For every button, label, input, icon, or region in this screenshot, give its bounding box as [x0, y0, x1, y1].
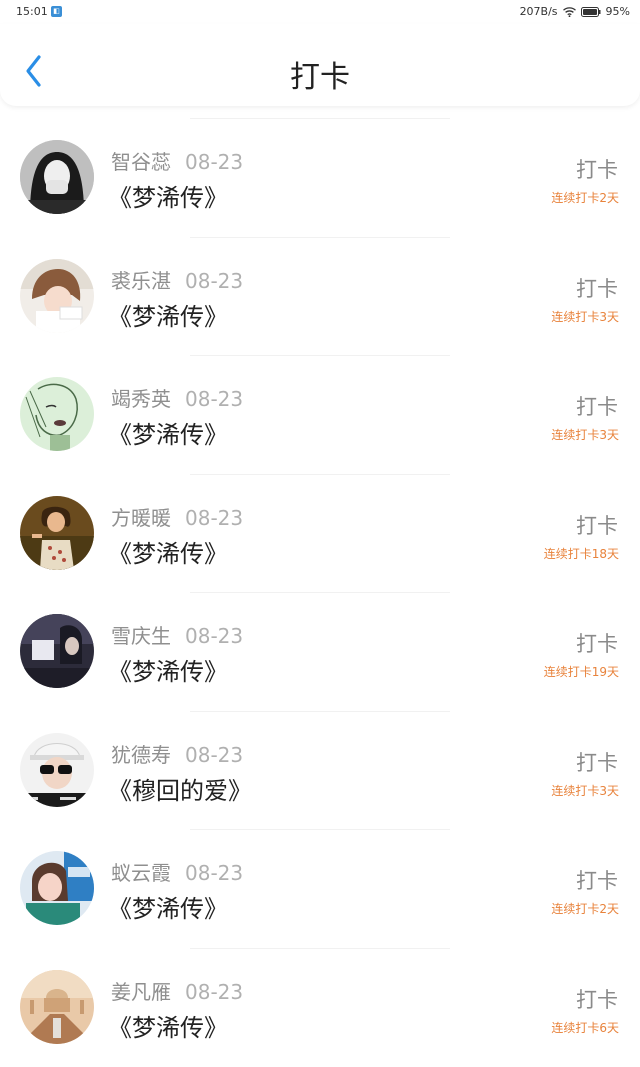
- user-name[interactable]: 雪庆生: [111, 624, 171, 648]
- user-info: 方暖暖 08-23: [111, 502, 243, 531]
- book-title[interactable]: 《梦浠传》: [108, 652, 228, 687]
- avatar[interactable]: [20, 614, 94, 688]
- checkin-date: 08-23: [185, 150, 244, 174]
- user-name[interactable]: 犹德寿: [111, 743, 171, 767]
- user-name[interactable]: 裘乐湛: [111, 269, 171, 293]
- checkin-list: 智谷蕊 08-23 《梦浠传》 打卡 连续打卡2天 裘乐湛 08-23 《梦浠传》 …: [0, 118, 640, 1066]
- user-name[interactable]: 竭秀英: [111, 387, 171, 411]
- streak-text: 连续打卡2天: [551, 902, 619, 916]
- list-item[interactable]: 犹德寿 08-23 《穆回的爱》 打卡 连续打卡3天: [0, 710, 640, 830]
- list-item[interactable]: 雪庆生 08-23 《梦浠传》 打卡 连续打卡19天: [0, 592, 640, 711]
- book-title[interactable]: 《梦浠传》: [108, 297, 228, 332]
- book-title[interactable]: 《梦浠传》: [108, 534, 228, 569]
- user-name[interactable]: 智谷蕊: [111, 150, 171, 174]
- user-info: 姜凡雁 08-23: [111, 976, 243, 1005]
- user-name[interactable]: 蚁云霞: [111, 861, 171, 885]
- user-info: 犹德寿 08-23: [111, 739, 243, 768]
- user-info: 裘乐湛 08-23: [111, 265, 243, 294]
- status-time: 15:01: [16, 5, 48, 18]
- checkin-date: 08-23: [185, 979, 244, 1004]
- avatar[interactable]: [20, 377, 94, 451]
- list-item[interactable]: 裘乐湛 08-23 《梦浠传》 打卡 连续打卡3天: [0, 236, 640, 356]
- list-item[interactable]: 竭秀英 08-23 《梦浠传》 打卡 连续打卡3天: [0, 355, 640, 474]
- app-notification-icon: ◧: [51, 6, 62, 17]
- checkin-label: 打卡: [576, 869, 618, 893]
- avatar[interactable]: [20, 495, 94, 570]
- header: 打卡: [0, 24, 640, 106]
- book-title[interactable]: 《梦浠传》: [108, 1008, 228, 1043]
- user-info: 雪庆生 08-23: [111, 620, 243, 649]
- list-item[interactable]: 智谷蕊 08-23 《梦浠传》 打卡 连续打卡2天: [0, 118, 640, 237]
- streak-text: 连续打卡18天: [543, 546, 619, 561]
- checkin-label: 打卡: [576, 750, 618, 775]
- checkin-label: 打卡: [576, 513, 618, 538]
- wifi-icon: [562, 6, 576, 17]
- checkin-date: 08-23: [185, 505, 244, 530]
- streak-text: 连续打卡19天: [543, 665, 619, 679]
- avatar[interactable]: [20, 258, 94, 333]
- page-title: 打卡: [290, 60, 350, 95]
- user-info: 竭秀英 08-23: [111, 383, 243, 412]
- checkin-label: 打卡: [576, 158, 618, 182]
- avatar[interactable]: [20, 851, 94, 925]
- checkin-label: 打卡: [576, 987, 618, 1012]
- checkin-date: 08-23: [185, 268, 244, 293]
- avatar[interactable]: [20, 732, 94, 807]
- list-item[interactable]: 姜凡雁 08-23 《梦浠传》 打卡 连续打卡6天: [0, 947, 640, 1067]
- checkin-date: 08-23: [185, 624, 244, 648]
- checkin-label: 打卡: [576, 276, 618, 301]
- book-title[interactable]: 《穆回的爱》: [108, 771, 252, 806]
- streak-text: 连续打卡3天: [551, 783, 619, 798]
- status-right: 207B/s 95%: [520, 5, 630, 18]
- user-name[interactable]: 姜凡雁: [111, 980, 171, 1004]
- user-info: 蚁云霞 08-23: [111, 857, 243, 886]
- streak-text: 连续打卡3天: [551, 309, 619, 324]
- battery-percent: 95%: [605, 5, 630, 18]
- streak-text: 连续打卡6天: [551, 1020, 619, 1035]
- book-title[interactable]: 《梦浠传》: [108, 889, 228, 924]
- list-item[interactable]: 蚁云霞 08-23 《梦浠传》 打卡 连续打卡2天: [0, 829, 640, 948]
- status-bar: 15:01 ◧ 207B/s 95%: [0, 0, 640, 24]
- checkin-label: 打卡: [576, 632, 618, 656]
- streak-text: 连续打卡3天: [551, 428, 619, 442]
- checkin-date: 08-23: [185, 387, 244, 411]
- checkin-date: 08-23: [185, 742, 244, 767]
- avatar[interactable]: [20, 140, 94, 214]
- list-item[interactable]: 方暖暖 08-23 《梦浠传》 打卡 连续打卡18天: [0, 473, 640, 593]
- net-speed: 207B/s: [519, 5, 558, 18]
- user-info: 智谷蕊 08-23: [111, 146, 243, 175]
- battery-icon: [580, 6, 601, 17]
- book-title[interactable]: 《梦浠传》: [108, 415, 228, 450]
- checkin-date: 08-23: [185, 861, 244, 885]
- book-title[interactable]: 《梦浠传》: [108, 178, 228, 213]
- avatar[interactable]: [20, 969, 94, 1044]
- streak-text: 连续打卡2天: [551, 191, 619, 205]
- checkin-label: 打卡: [576, 395, 618, 419]
- user-name[interactable]: 方暖暖: [111, 506, 171, 530]
